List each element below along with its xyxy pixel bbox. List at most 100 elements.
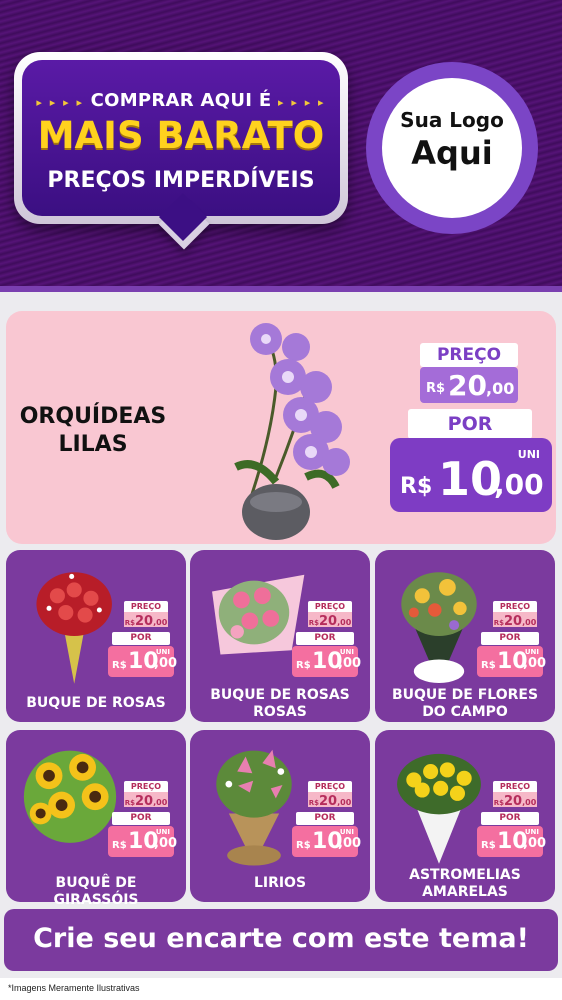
old-price-dec: ,00: [522, 798, 537, 807]
logo-placeholder[interactable]: Sua Logo Aqui: [382, 78, 522, 218]
new-currency: R$: [481, 840, 496, 851]
old-price: R$20,00: [308, 792, 352, 809]
new-price-dec: ,00: [523, 836, 547, 851]
new-currency: R$: [112, 840, 127, 851]
new-price-dec: ,00: [338, 836, 362, 851]
hero-new-price-int: 10: [438, 452, 503, 506]
hero-new-price: UNI R$ 10 ,00: [390, 438, 552, 512]
orchid-image: [234, 323, 350, 540]
old-price-box: PREÇO R$20,00: [124, 601, 168, 629]
hero-old-currency: R$: [426, 381, 446, 396]
old-price: R$20,00: [308, 612, 352, 629]
arrow-dots-icon: ▸ ▸ ▸ ▸: [278, 96, 326, 109]
old-price: R$20,00: [493, 612, 537, 629]
new-price: UNI R$ 10,00: [292, 826, 362, 857]
new-price: UNI R$ 10,00: [477, 646, 547, 677]
new-price: UNI R$ 10,00: [292, 646, 362, 677]
new-price: UNI R$ 10,00: [108, 826, 178, 857]
old-price-int: 20: [135, 614, 154, 629]
por-label: POR: [296, 812, 354, 825]
hero-old-price: R$ 20 ,00: [420, 367, 518, 403]
hero-unit-label: UNI: [517, 448, 540, 461]
product-name: BUQUÊ DE GIRASSÓIS: [53, 875, 139, 908]
new-price: UNI R$ 10,00: [477, 826, 547, 857]
por-label: POR: [112, 632, 170, 645]
old-price-dec: ,00: [153, 798, 168, 807]
logo-text-2: Aqui: [411, 134, 493, 172]
old-price: R$20,00: [124, 792, 168, 809]
old-price-int: 20: [135, 794, 154, 809]
product-name: LIRIOS: [253, 875, 307, 891]
hero-old-price-label-box: PREÇO: [420, 343, 518, 367]
new-currency: R$: [481, 660, 496, 671]
price-label: PREÇO: [308, 781, 352, 792]
old-price-int: 20: [319, 614, 338, 629]
por-label: POR: [112, 812, 170, 825]
old-price-int: 20: [504, 614, 523, 629]
new-price-dec: ,00: [154, 656, 178, 671]
old-price-box: PREÇO R$20,00: [308, 781, 352, 809]
new-currency: R$: [112, 660, 127, 671]
promo-bubble-inner: ▸ ▸ ▸ ▸ COMPRAR AQUI É ▸ ▸ ▸ ▸ MAIS BARA…: [22, 60, 340, 216]
old-price-box: PREÇO R$20,00: [308, 601, 352, 629]
price-label: PREÇO: [308, 601, 352, 612]
disclaimer-text: *Imagens Meramente Ilustrativas: [8, 983, 140, 993]
por-label: POR: [296, 632, 354, 645]
cta-banner[interactable]: Crie seu encarte com este tema!: [4, 909, 558, 971]
hero-price-label: PREÇO: [436, 345, 502, 365]
product-card[interactable]: PREÇO R$20,00 POR UNI R$ 10,00 BUQUE DE ROSAS: [6, 550, 186, 722]
header-divider: [0, 286, 562, 292]
product-card[interactable]: PREÇO R$20,00 POR UNI R$ 10,00 BUQUE DE ROSAS …: [190, 550, 370, 722]
old-currency: R$: [124, 799, 135, 807]
promo-line-1-text: COMPRAR AQUI É: [90, 90, 272, 111]
old-currency: R$: [124, 619, 135, 627]
old-currency: R$: [308, 619, 319, 627]
promo-headline: MAIS BARATO: [37, 114, 325, 157]
old-currency: R$: [493, 619, 504, 627]
logo-text-1: Sua Logo: [400, 108, 504, 132]
price-label: PREÇO: [493, 781, 537, 792]
old-price-box: PREÇO R$20,00: [493, 601, 537, 629]
promo-line-1: ▸ ▸ ▸ ▸ COMPRAR AQUI É ▸ ▸ ▸ ▸: [22, 90, 340, 111]
cta-text: Crie seu encarte com este tema!: [33, 923, 529, 954]
old-price-int: 20: [319, 794, 338, 809]
product-name: BUQUE DE FLORES DO CAMPO: [391, 687, 539, 720]
old-price-int: 20: [504, 794, 523, 809]
hero-new-price-dec: ,00: [494, 468, 544, 501]
hero-old-price-int: 20: [448, 369, 487, 402]
old-currency: R$: [308, 799, 319, 807]
hero-por-label-box: POR: [408, 409, 532, 439]
old-price: R$20,00: [493, 792, 537, 809]
hero-old-price-dec: ,00: [486, 379, 515, 398]
price-label: PREÇO: [493, 601, 537, 612]
new-price: UNI R$ 10,00: [108, 646, 178, 677]
old-price-box: PREÇO R$20,00: [493, 781, 537, 809]
old-price-dec: ,00: [522, 618, 537, 627]
product-name: BUQUE DE ROSAS: [26, 695, 166, 711]
old-price-box: PREÇO R$20,00: [124, 781, 168, 809]
hero-por-label: POR: [447, 413, 493, 435]
product-name: ASTROMELIAS AMARELAS: [409, 867, 521, 900]
new-price-dec: ,00: [338, 656, 362, 671]
product-card[interactable]: PREÇO R$20,00 POR UNI R$ 10,00 LIRIOS: [190, 730, 370, 902]
arrow-dots-icon: ▸ ▸ ▸ ▸: [36, 96, 84, 109]
hero-product-card[interactable]: ORQUÍDEAS LILAS PREÇO R$ 20 ,00 POR UNI …: [6, 311, 556, 544]
hero-new-currency: R$: [400, 474, 433, 499]
new-price-dec: ,00: [154, 836, 178, 851]
product-card[interactable]: PREÇO R$20,00 POR UNI R$ 10,00 ASTROMELIAS AMA…: [375, 730, 555, 902]
new-price-dec: ,00: [523, 656, 547, 671]
promo-subheadline: PREÇOS IMPERDÍVEIS: [47, 168, 315, 193]
hero-product-name: ORQUÍDEAS LILAS: [19, 404, 167, 457]
por-label: POR: [481, 632, 539, 645]
product-card[interactable]: PREÇO R$20,00 POR UNI R$ 10,00 BUQUÊ DE GIRASS…: [6, 730, 186, 908]
product-card[interactable]: PREÇO R$20,00 POR UNI R$ 10,00 BUQUE DE FLORES…: [375, 550, 555, 722]
por-label: POR: [481, 812, 539, 825]
old-price: R$20,00: [124, 612, 168, 629]
old-price-dec: ,00: [337, 798, 352, 807]
price-label: PREÇO: [124, 601, 168, 612]
product-name: BUQUE DE ROSAS ROSAS: [210, 687, 350, 720]
new-currency: R$: [296, 660, 311, 671]
price-label: PREÇO: [124, 781, 168, 792]
old-price-dec: ,00: [337, 618, 352, 627]
new-currency: R$: [296, 840, 311, 851]
